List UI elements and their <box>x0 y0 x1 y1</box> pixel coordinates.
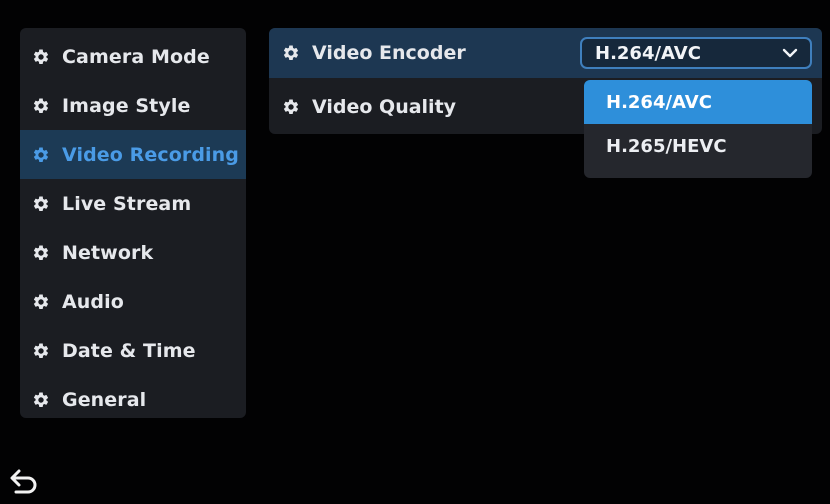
sidebar-item-label: Audio <box>62 290 124 313</box>
sidebar-item-general[interactable]: General <box>20 375 246 424</box>
video-encoder-dropdown: H.264/AVC H.265/HEVC <box>584 80 812 178</box>
sidebar-item-network[interactable]: Network <box>20 228 246 277</box>
dropdown-option-h265[interactable]: H.265/HEVC <box>584 124 812 168</box>
video-encoder-row[interactable]: Video Encoder H.264/AVC <box>269 28 822 78</box>
sidebar-item-label: Date & Time <box>62 339 196 362</box>
sidebar-item-label: Camera Mode <box>62 45 210 68</box>
sidebar-item-label: Network <box>62 241 154 264</box>
sidebar-item-label: Video Recording <box>62 143 239 166</box>
settings-sidebar: Camera Mode Image Style Video Recording … <box>20 28 246 418</box>
chevron-down-icon <box>782 46 798 60</box>
sidebar-item-image-style[interactable]: Image Style <box>20 81 246 130</box>
sidebar-item-audio[interactable]: Audio <box>20 277 246 326</box>
sidebar-item-camera-mode[interactable]: Camera Mode <box>20 32 246 81</box>
video-quality-label: Video Quality <box>312 96 457 118</box>
sidebar-item-live-stream[interactable]: Live Stream <box>20 179 246 228</box>
gear-icon <box>32 48 50 66</box>
gear-icon <box>32 342 50 360</box>
gear-icon <box>32 195 50 213</box>
gear-icon <box>282 44 300 62</box>
back-arrow-icon[interactable] <box>8 467 42 497</box>
dropdown-option-h264[interactable]: H.264/AVC <box>584 80 812 124</box>
sidebar-item-video-recording[interactable]: Video Recording <box>20 130 246 179</box>
video-encoder-value: H.264/AVC <box>595 42 701 64</box>
sidebar-item-label: General <box>62 388 147 411</box>
sidebar-item-date-time[interactable]: Date & Time <box>20 326 246 375</box>
video-encoder-select[interactable]: H.264/AVC <box>580 37 812 69</box>
gear-icon <box>32 146 50 164</box>
gear-icon <box>32 391 50 409</box>
video-encoder-label: Video Encoder <box>312 42 466 64</box>
gear-icon <box>32 293 50 311</box>
sidebar-item-label: Live Stream <box>62 192 192 215</box>
gear-icon <box>32 97 50 115</box>
gear-icon <box>32 244 50 262</box>
settings-screen: Camera Mode Image Style Video Recording … <box>0 0 830 504</box>
sidebar-item-label: Image Style <box>62 94 191 117</box>
gear-icon <box>282 98 300 116</box>
